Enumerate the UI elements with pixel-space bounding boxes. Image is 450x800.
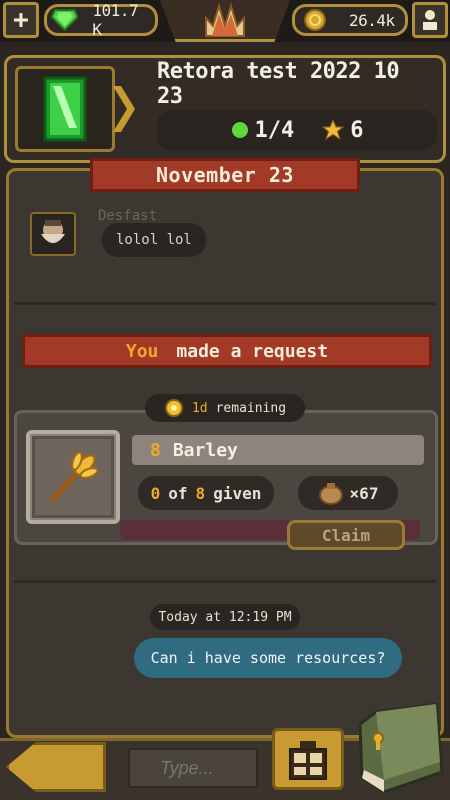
crown-banner[interactable] xyxy=(160,0,290,42)
person-icon xyxy=(423,10,437,30)
crown-icon xyxy=(205,2,245,37)
green-gem-icon xyxy=(51,9,79,32)
chevron-right-icon xyxy=(113,86,135,132)
remaining-label: remaining xyxy=(215,400,287,416)
resource-stock: ×67 xyxy=(298,476,398,510)
sack-icon xyxy=(318,483,343,505)
my-message-bubble: Can i have some resources? xyxy=(134,638,402,678)
member-count: 1/4 xyxy=(231,117,295,143)
gift-icon xyxy=(289,741,327,780)
plus-icon: + xyxy=(13,5,29,35)
guild-emblem[interactable] xyxy=(15,66,115,152)
item-slot[interactable] xyxy=(26,430,120,524)
avatar[interactable] xyxy=(30,212,76,256)
request-actor: You xyxy=(125,340,159,362)
resource-count: ×67 xyxy=(349,483,379,503)
star-count: 6 xyxy=(322,117,364,143)
green-gem-icon xyxy=(43,76,87,142)
add-button[interactable]: + xyxy=(3,2,39,38)
request-ribbon: You made a request xyxy=(22,334,432,368)
message-author: Desfast xyxy=(98,208,158,224)
item-name: Barley xyxy=(172,439,238,461)
guild-header: Retora test 2022 10 23 1/4 6 xyxy=(4,55,446,163)
item-slot-inner xyxy=(32,436,114,518)
claim-button[interactable]: Claim xyxy=(287,520,405,550)
request-action: made a request xyxy=(176,340,329,362)
book-icon xyxy=(358,702,444,794)
total-count: 8 xyxy=(195,483,206,503)
divider xyxy=(14,580,436,583)
clock-coin-icon xyxy=(164,399,183,417)
remaining-badge: 1d remaining xyxy=(145,394,305,422)
chat-input[interactable] xyxy=(128,748,258,788)
dwarf-avatar-icon xyxy=(41,220,65,243)
date-ribbon: November 23 xyxy=(90,158,360,192)
given-label: given xyxy=(213,483,262,503)
divider xyxy=(14,302,436,305)
given-count: 0 xyxy=(150,483,161,503)
gift-button[interactable] xyxy=(272,728,344,790)
of-label: of xyxy=(168,483,188,503)
item-name-bar: 8 Barley xyxy=(132,435,424,465)
given-progress: 0 of 8 given xyxy=(138,476,274,510)
star-count-value: 6 xyxy=(350,117,364,143)
online-dot-icon xyxy=(231,122,248,138)
guild-book-button[interactable] xyxy=(354,702,446,796)
coin-icon xyxy=(304,9,326,31)
barley-icon xyxy=(50,451,99,502)
guild-name: Retora test 2022 10 23 xyxy=(157,59,400,109)
message-timestamp: Today at 12:19 PM xyxy=(150,604,300,630)
message-bubble: lolol lol xyxy=(102,223,206,257)
profile-button[interactable] xyxy=(412,2,448,38)
gem-counter[interactable]: 101.7 K xyxy=(44,1,158,39)
star-icon xyxy=(322,119,345,141)
coin-counter[interactable]: 26.4k xyxy=(292,4,408,36)
guild-stats: 1/4 6 xyxy=(157,110,437,150)
remaining-count: 1d xyxy=(191,400,208,416)
member-count-value: 1/4 xyxy=(254,117,295,143)
coin-count: 26.4k xyxy=(349,10,395,30)
gem-count: 101.7 K xyxy=(92,1,139,39)
item-quantity: 8 xyxy=(150,439,161,461)
